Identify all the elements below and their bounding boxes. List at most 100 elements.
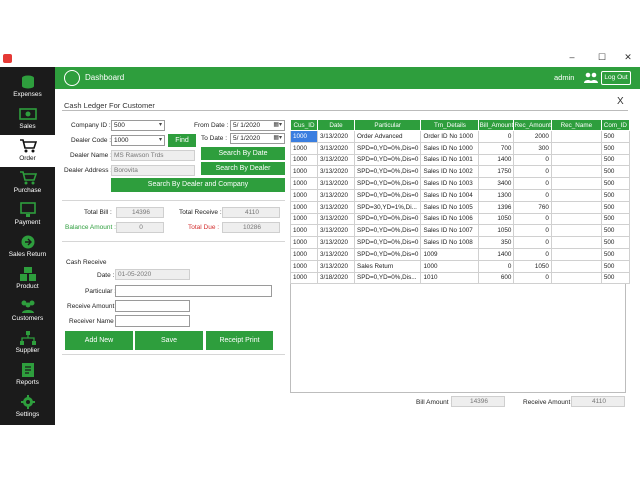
sidebar-item-sales[interactable]: Sales bbox=[0, 103, 55, 135]
table-cell[interactable]: 500 bbox=[600, 224, 630, 238]
sidebar-item-reports[interactable]: Reports bbox=[0, 359, 55, 391]
table-cell[interactable]: 3/13/2020 bbox=[317, 141, 355, 155]
table-cell[interactable]: 3/13/2020 bbox=[317, 188, 355, 202]
table-cell[interactable]: 0 bbox=[513, 212, 552, 226]
column-header[interactable]: Particular bbox=[353, 119, 422, 131]
table-cell[interactable]: 1000 bbox=[290, 212, 318, 226]
dealer-address-field[interactable]: Borovita bbox=[111, 165, 195, 176]
table-cell[interactable]: SPD=0,YD=0%,Dis=0 bbox=[353, 188, 422, 202]
table-cell[interactable]: 1750 bbox=[478, 165, 515, 179]
table-cell[interactable] bbox=[550, 259, 602, 273]
table-row[interactable]: 1000 3/13/2020 SPD=0,YD=0%,Dis=0 Sales ID N… bbox=[290, 141, 630, 155]
table-cell[interactable] bbox=[550, 153, 602, 167]
table-cell[interactable]: 300 bbox=[513, 141, 552, 155]
table-cell[interactable]: 500 bbox=[600, 153, 630, 167]
table-cell[interactable]: 500 bbox=[600, 236, 630, 249]
receiver-name-input[interactable] bbox=[115, 315, 190, 327]
maximize-button[interactable]: ☐ bbox=[594, 52, 610, 65]
table-cell[interactable]: 1000 bbox=[290, 259, 318, 273]
table-cell[interactable]: SPD=0,YD=0%,Dis=0 bbox=[353, 236, 422, 249]
table-cell[interactable]: 3/13/2020 bbox=[317, 259, 355, 273]
table-cell[interactable]: 0 bbox=[478, 259, 515, 273]
table-cell[interactable]: SPD=0,YD=0%,Dis=0 bbox=[353, 212, 422, 226]
table-cell[interactable]: 3/13/2020 bbox=[317, 224, 355, 238]
table-row[interactable]: 1000 3/13/2020 Sales Return 1000 0 1050 500 bbox=[290, 259, 630, 273]
table-cell[interactable] bbox=[550, 224, 602, 238]
table-cell[interactable]: 500 bbox=[600, 200, 630, 214]
add-new-button[interactable]: Add New bbox=[65, 331, 133, 350]
table-cell[interactable]: 3/18/2020 bbox=[317, 271, 355, 285]
table-cell[interactable]: Order Advanced bbox=[353, 130, 422, 143]
table-cell[interactable]: 3/13/2020 bbox=[317, 236, 355, 249]
particular-input[interactable] bbox=[115, 285, 272, 297]
table-cell[interactable]: 0 bbox=[513, 271, 552, 285]
table-cell[interactable]: 500 bbox=[600, 247, 630, 261]
receive-amount-input[interactable] bbox=[115, 300, 190, 312]
table-cell[interactable]: 1050 bbox=[513, 259, 552, 273]
table-cell[interactable] bbox=[550, 236, 602, 249]
table-cell[interactable] bbox=[550, 200, 602, 214]
table-row[interactable]: 1000 3/13/2020 SPD=0,YD=0%,Dis=0 1009 1400 0 5… bbox=[290, 247, 630, 261]
table-cell[interactable]: Sales ID No 1007 bbox=[420, 224, 480, 238]
table-cell[interactable]: 500 bbox=[600, 177, 630, 190]
table-cell[interactable]: SPD=0,YD=0%,Dis=0 bbox=[353, 224, 422, 238]
table-cell[interactable] bbox=[550, 247, 602, 261]
page-title[interactable]: Dashboard bbox=[85, 73, 124, 82]
table-cell[interactable]: 0 bbox=[513, 165, 552, 179]
table-cell[interactable]: 350 bbox=[478, 236, 515, 249]
from-date-picker[interactable]: 5/ 1/2020 ▦▾ bbox=[230, 120, 285, 131]
table-cell[interactable]: 0 bbox=[513, 247, 552, 261]
sidebar-item-payment[interactable]: Payment bbox=[0, 199, 55, 231]
table-cell[interactable]: 1000 bbox=[290, 177, 318, 190]
table-cell[interactable]: Sales ID No 1001 bbox=[420, 153, 480, 167]
table-cell[interactable]: 3/13/2020 bbox=[317, 177, 355, 190]
table-cell[interactable]: Sales ID No 1000 bbox=[420, 141, 480, 155]
table-cell[interactable]: 3/13/2020 bbox=[317, 165, 355, 179]
table-cell[interactable]: SPD=30,YD=1%,Di... bbox=[353, 200, 422, 214]
table-cell[interactable]: SPD=0,YD=0%,Dis=0 bbox=[353, 141, 422, 155]
table-cell[interactable]: 500 bbox=[600, 259, 630, 273]
table-cell[interactable]: SPD=0,YD=0%,Dis=0 bbox=[353, 247, 422, 261]
table-cell[interactable]: 1000 bbox=[290, 200, 318, 214]
table-cell[interactable]: 1400 bbox=[478, 153, 515, 167]
table-cell[interactable]: SPD=0,YD=0%,Dis=0 bbox=[353, 153, 422, 167]
table-cell[interactable]: 760 bbox=[513, 200, 552, 214]
table-cell[interactable]: Sales Return bbox=[353, 259, 422, 273]
table-cell[interactable] bbox=[550, 130, 602, 143]
sidebar-item-customers[interactable]: Customers bbox=[0, 295, 55, 327]
sidebar-item-order[interactable]: Order bbox=[0, 135, 55, 167]
table-cell[interactable]: 500 bbox=[600, 165, 630, 179]
column-header[interactable]: Com_ID bbox=[600, 119, 630, 131]
table-cell[interactable]: 1000 bbox=[290, 247, 318, 261]
close-window-button[interactable]: ✕ bbox=[620, 52, 636, 65]
table-row[interactable]: 1000 3/13/2020 SPD=0,YD=0%,Dis=0 Sales ID N… bbox=[290, 153, 630, 167]
table-cell[interactable]: 1010 bbox=[420, 271, 480, 285]
logout-button[interactable]: Log Out bbox=[601, 71, 631, 85]
table-cell[interactable]: 3/13/2020 bbox=[317, 200, 355, 214]
users-icon[interactable] bbox=[584, 71, 598, 84]
table-cell[interactable] bbox=[550, 271, 602, 285]
table-cell[interactable]: 500 bbox=[600, 130, 630, 143]
table-cell[interactable]: 0 bbox=[513, 153, 552, 167]
table-row[interactable]: 1000 3/13/2020 SPD=30,YD=1%,Di... Sales ID … bbox=[290, 200, 630, 214]
table-cell[interactable]: 0 bbox=[513, 224, 552, 238]
table-row[interactable]: 1000 3/13/2020 SPD=0,YD=0%,Dis=0 Sales ID N… bbox=[290, 165, 630, 179]
table-cell[interactable]: 1000 bbox=[420, 259, 480, 273]
sidebar-item-supplier[interactable]: Supplier bbox=[0, 327, 55, 359]
table-row[interactable]: 1000 3/13/2020 Order Advanced Order ID No 1… bbox=[290, 130, 630, 143]
table-cell[interactable] bbox=[550, 165, 602, 179]
table-cell[interactable]: 1000 bbox=[290, 165, 318, 179]
table-cell[interactable]: 1009 bbox=[420, 247, 480, 261]
sidebar-item-product[interactable]: Product bbox=[0, 263, 55, 295]
table-cell[interactable]: Order ID No 1000 bbox=[420, 130, 480, 143]
table-cell[interactable]: Sales ID No 1004 bbox=[420, 188, 480, 202]
table-cell[interactable]: 0 bbox=[513, 177, 552, 190]
search-by-date-button[interactable]: Search By Date bbox=[201, 147, 285, 160]
column-header[interactable]: Bill_Amount bbox=[478, 119, 515, 131]
table-cell[interactable]: 3/13/2020 bbox=[317, 153, 355, 167]
column-header[interactable]: Date bbox=[317, 119, 355, 131]
table-cell[interactable]: 3/13/2020 bbox=[317, 212, 355, 226]
table-cell[interactable] bbox=[550, 188, 602, 202]
table-cell[interactable]: SPD=0,YD=0%,Dis... bbox=[353, 271, 422, 285]
table-cell[interactable]: 1000 bbox=[290, 188, 318, 202]
